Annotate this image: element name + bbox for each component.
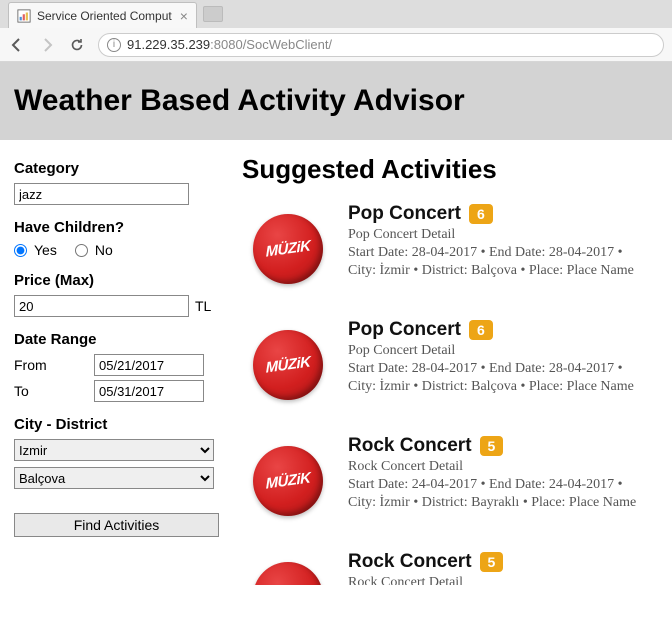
main: Suggested Activities MÜZiK Pop Concert 6…	[228, 140, 672, 585]
content: Category Have Children? Yes No Price (Ma…	[0, 140, 672, 585]
city-district-label: City - District	[14, 416, 218, 433]
date-range-label: Date Range	[14, 331, 218, 348]
browser-tab[interactable]: Service Oriented Comput ×	[8, 2, 197, 28]
close-icon[interactable]: ×	[180, 9, 188, 23]
activity-detail: Pop Concert Detail	[348, 227, 666, 243]
activity-location: City: İzmir • District: Bayraklı • Place…	[348, 495, 666, 511]
activity-badge: 6	[469, 204, 493, 224]
tab-favicon	[17, 9, 31, 23]
reload-icon	[69, 37, 85, 53]
browser-chrome: Service Oriented Comput × i 91.229.35.23…	[0, 0, 672, 62]
activity-title[interactable]: Rock Concert	[348, 551, 472, 573]
activity-location: City: İzmir • District: Balçova • Place:…	[348, 379, 666, 395]
page-header: Weather Based Activity Advisor	[0, 62, 672, 140]
activity-dates: Start Date: 24-04-2017 • End Date: 24-04…	[348, 477, 666, 493]
city-select[interactable]: Izmir	[14, 439, 214, 461]
arrow-right-icon	[39, 37, 55, 53]
activity-title[interactable]: Rock Concert	[348, 435, 472, 457]
info-icon[interactable]: i	[107, 38, 121, 52]
activity-thumbnail: MÜZiK	[242, 203, 334, 295]
district-select[interactable]: Balçova	[14, 467, 214, 489]
children-no-radio[interactable]	[75, 244, 88, 257]
url-bar[interactable]: i 91.229.35.239:8080/SocWebClient/	[98, 33, 664, 57]
activity-title[interactable]: Pop Concert	[348, 203, 461, 225]
have-children-radio-group: Yes No	[14, 242, 218, 258]
activity-detail: Rock Concert Detail	[348, 575, 666, 585]
children-no-label: No	[95, 242, 113, 258]
price-input[interactable]	[14, 295, 189, 317]
activity-badge: 6	[469, 320, 493, 340]
url-host: 91.229.35.239	[127, 37, 210, 52]
children-yes-label: Yes	[34, 242, 57, 258]
price-unit: TL	[195, 298, 211, 314]
activity-badge: 5	[480, 552, 504, 572]
new-tab-button[interactable]	[203, 6, 223, 22]
to-date-input[interactable]	[94, 380, 204, 402]
category-input[interactable]	[14, 183, 189, 205]
activity-item: MÜZiK Pop Concert 6 Pop Concert Detail S…	[242, 319, 666, 411]
to-label: To	[14, 383, 94, 399]
back-button[interactable]	[8, 36, 26, 54]
activity-title[interactable]: Pop Concert	[348, 319, 461, 341]
arrow-left-icon	[9, 37, 25, 53]
children-yes-radio[interactable]	[14, 244, 27, 257]
activity-thumbnail: MÜZiK	[242, 319, 334, 411]
activity-item: MÜZiK Pop Concert 6 Pop Concert Detail S…	[242, 203, 666, 295]
page-title: Weather Based Activity Advisor	[14, 84, 658, 118]
activity-location: City: İzmir • District: Balçova • Place:…	[348, 263, 666, 279]
tab-bar: Service Oriented Comput ×	[0, 0, 672, 28]
activity-thumbnail: MÜZiK	[242, 551, 334, 585]
activity-dates: Start Date: 28-04-2017 • End Date: 28-04…	[348, 361, 666, 377]
tab-title: Service Oriented Comput	[37, 9, 172, 23]
activity-detail: Pop Concert Detail	[348, 343, 666, 359]
have-children-label: Have Children?	[14, 219, 218, 236]
muzik-logo-icon: MÜZiK	[253, 446, 323, 516]
sidebar: Category Have Children? Yes No Price (Ma…	[0, 140, 228, 585]
forward-button[interactable]	[38, 36, 56, 54]
from-date-input[interactable]	[94, 354, 204, 376]
from-label: From	[14, 357, 94, 373]
url-path: /SocWebClient/	[243, 37, 332, 52]
browser-toolbar: i 91.229.35.239:8080/SocWebClient/	[0, 28, 672, 62]
suggested-activities-heading: Suggested Activities	[242, 154, 666, 185]
price-label: Price (Max)	[14, 272, 218, 289]
url-port: :8080	[210, 37, 243, 52]
muzik-logo-icon: MÜZiK	[253, 330, 323, 400]
muzik-logo-icon: MÜZiK	[253, 562, 323, 585]
activity-badge: 5	[480, 436, 504, 456]
reload-button[interactable]	[68, 36, 86, 54]
activity-thumbnail: MÜZiK	[242, 435, 334, 527]
activity-dates: Start Date: 28-04-2017 • End Date: 28-04…	[348, 245, 666, 261]
category-label: Category	[14, 160, 218, 177]
activity-item: MÜZiK Rock Concert 5 Rock Concert Detail…	[242, 551, 666, 585]
activity-detail: Rock Concert Detail	[348, 459, 666, 475]
activity-item: MÜZiK Rock Concert 5 Rock Concert Detail…	[242, 435, 666, 527]
find-activities-button[interactable]: Find Activities	[14, 513, 219, 537]
muzik-logo-icon: MÜZiK	[253, 214, 323, 284]
